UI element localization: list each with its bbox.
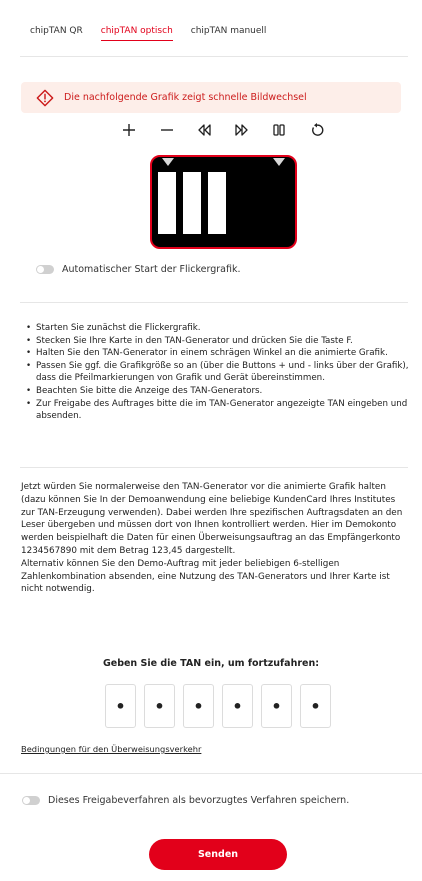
demo-description-text: Jetzt würden Sie normalerweise den TAN-G… xyxy=(21,482,403,556)
auto-start-row: Automatischer Start der Flickergrafik. xyxy=(36,264,240,275)
tab-chiptan-qr[interactable]: chipTAN QR xyxy=(30,26,83,41)
restart-icon xyxy=(312,123,324,136)
tan-digit-input[interactable]: • xyxy=(222,684,253,728)
flicker-graphic xyxy=(150,155,297,249)
flicker-bar xyxy=(208,172,226,234)
tab-chiptan-optisch[interactable]: chipTAN optisch xyxy=(100,26,173,41)
auto-start-label: Automatischer Start der Flickergrafik. xyxy=(62,264,241,275)
tan-digit-input[interactable]: • xyxy=(261,684,292,728)
divider xyxy=(0,773,422,774)
tan-digit-input[interactable]: • xyxy=(183,684,214,728)
pause-button[interactable] xyxy=(268,119,290,141)
tan-digit-input[interactable]: • xyxy=(105,684,136,728)
tan-input-group: • • • • • • xyxy=(105,684,331,728)
divider xyxy=(20,467,408,468)
tan-method-tabs: chipTAN QR chipTAN optisch chipTAN manue… xyxy=(30,26,284,41)
left-marker-arrow xyxy=(162,158,174,166)
instruction-list: Starten Sie zunächst die Flickergrafik. … xyxy=(26,322,411,423)
instruction-item: Stecken Sie Ihre Karte in den TAN-Genera… xyxy=(26,335,411,348)
flicker-bar xyxy=(183,172,201,234)
warning-text: Die nachfolgende Grafik zeigt schnelle B… xyxy=(64,92,307,103)
tan-digit-input[interactable]: • xyxy=(144,684,175,728)
flicker-toolbar xyxy=(118,119,328,141)
slower-icon xyxy=(198,124,211,136)
zoom-out-button[interactable] xyxy=(156,119,178,141)
zoom-in-button[interactable] xyxy=(118,119,140,141)
instruction-item: Halten Sie den TAN-Generator in einem sc… xyxy=(26,347,411,360)
instruction-item: Starten Sie zunächst die Flickergrafik. xyxy=(26,322,411,335)
divider xyxy=(20,56,408,57)
flicker-bar xyxy=(158,172,176,234)
send-button[interactable]: Senden xyxy=(149,839,287,870)
faster-button[interactable] xyxy=(231,119,253,141)
warning-diamond-icon xyxy=(36,89,54,106)
minus-icon xyxy=(160,129,173,131)
auto-start-toggle[interactable] xyxy=(36,265,54,274)
transfer-terms-link[interactable]: Bedingungen für den Überweisungsverkehr xyxy=(21,744,201,754)
instruction-item: Zur Freigabe des Auftrages bitte die im … xyxy=(26,398,411,423)
tab-chiptan-manuell[interactable]: chipTAN manuell xyxy=(191,26,267,41)
instruction-item: Passen Sie ggf. die Grafikgröße so an (ü… xyxy=(26,360,411,385)
instruction-item: Beachten Sie bitte die Anzeige des TAN-G… xyxy=(26,385,411,398)
preferred-method-row: Dieses Freigabeverfahren als bevorzugtes… xyxy=(22,795,349,806)
faster-icon xyxy=(235,124,248,136)
tan-heading: Geben Sie die TAN ein, um fortzufahren: xyxy=(102,658,320,669)
divider xyxy=(20,302,408,303)
demo-description: Jetzt würden Sie normalerweise den TAN-G… xyxy=(21,481,411,596)
tan-digit-input[interactable]: • xyxy=(300,684,331,728)
slower-button[interactable] xyxy=(193,119,215,141)
demo-alternative-text: Alternativ können Sie den Demo-Auftrag m… xyxy=(21,558,390,595)
restart-button[interactable] xyxy=(306,119,328,141)
right-marker-arrow xyxy=(273,158,285,166)
preferred-method-toggle[interactable] xyxy=(22,796,40,805)
pause-icon xyxy=(273,124,286,136)
preferred-method-label: Dieses Freigabeverfahren als bevorzugtes… xyxy=(48,795,350,806)
flicker-warning-banner: Die nachfolgende Grafik zeigt schnelle B… xyxy=(21,82,401,113)
plus-icon xyxy=(123,124,135,136)
